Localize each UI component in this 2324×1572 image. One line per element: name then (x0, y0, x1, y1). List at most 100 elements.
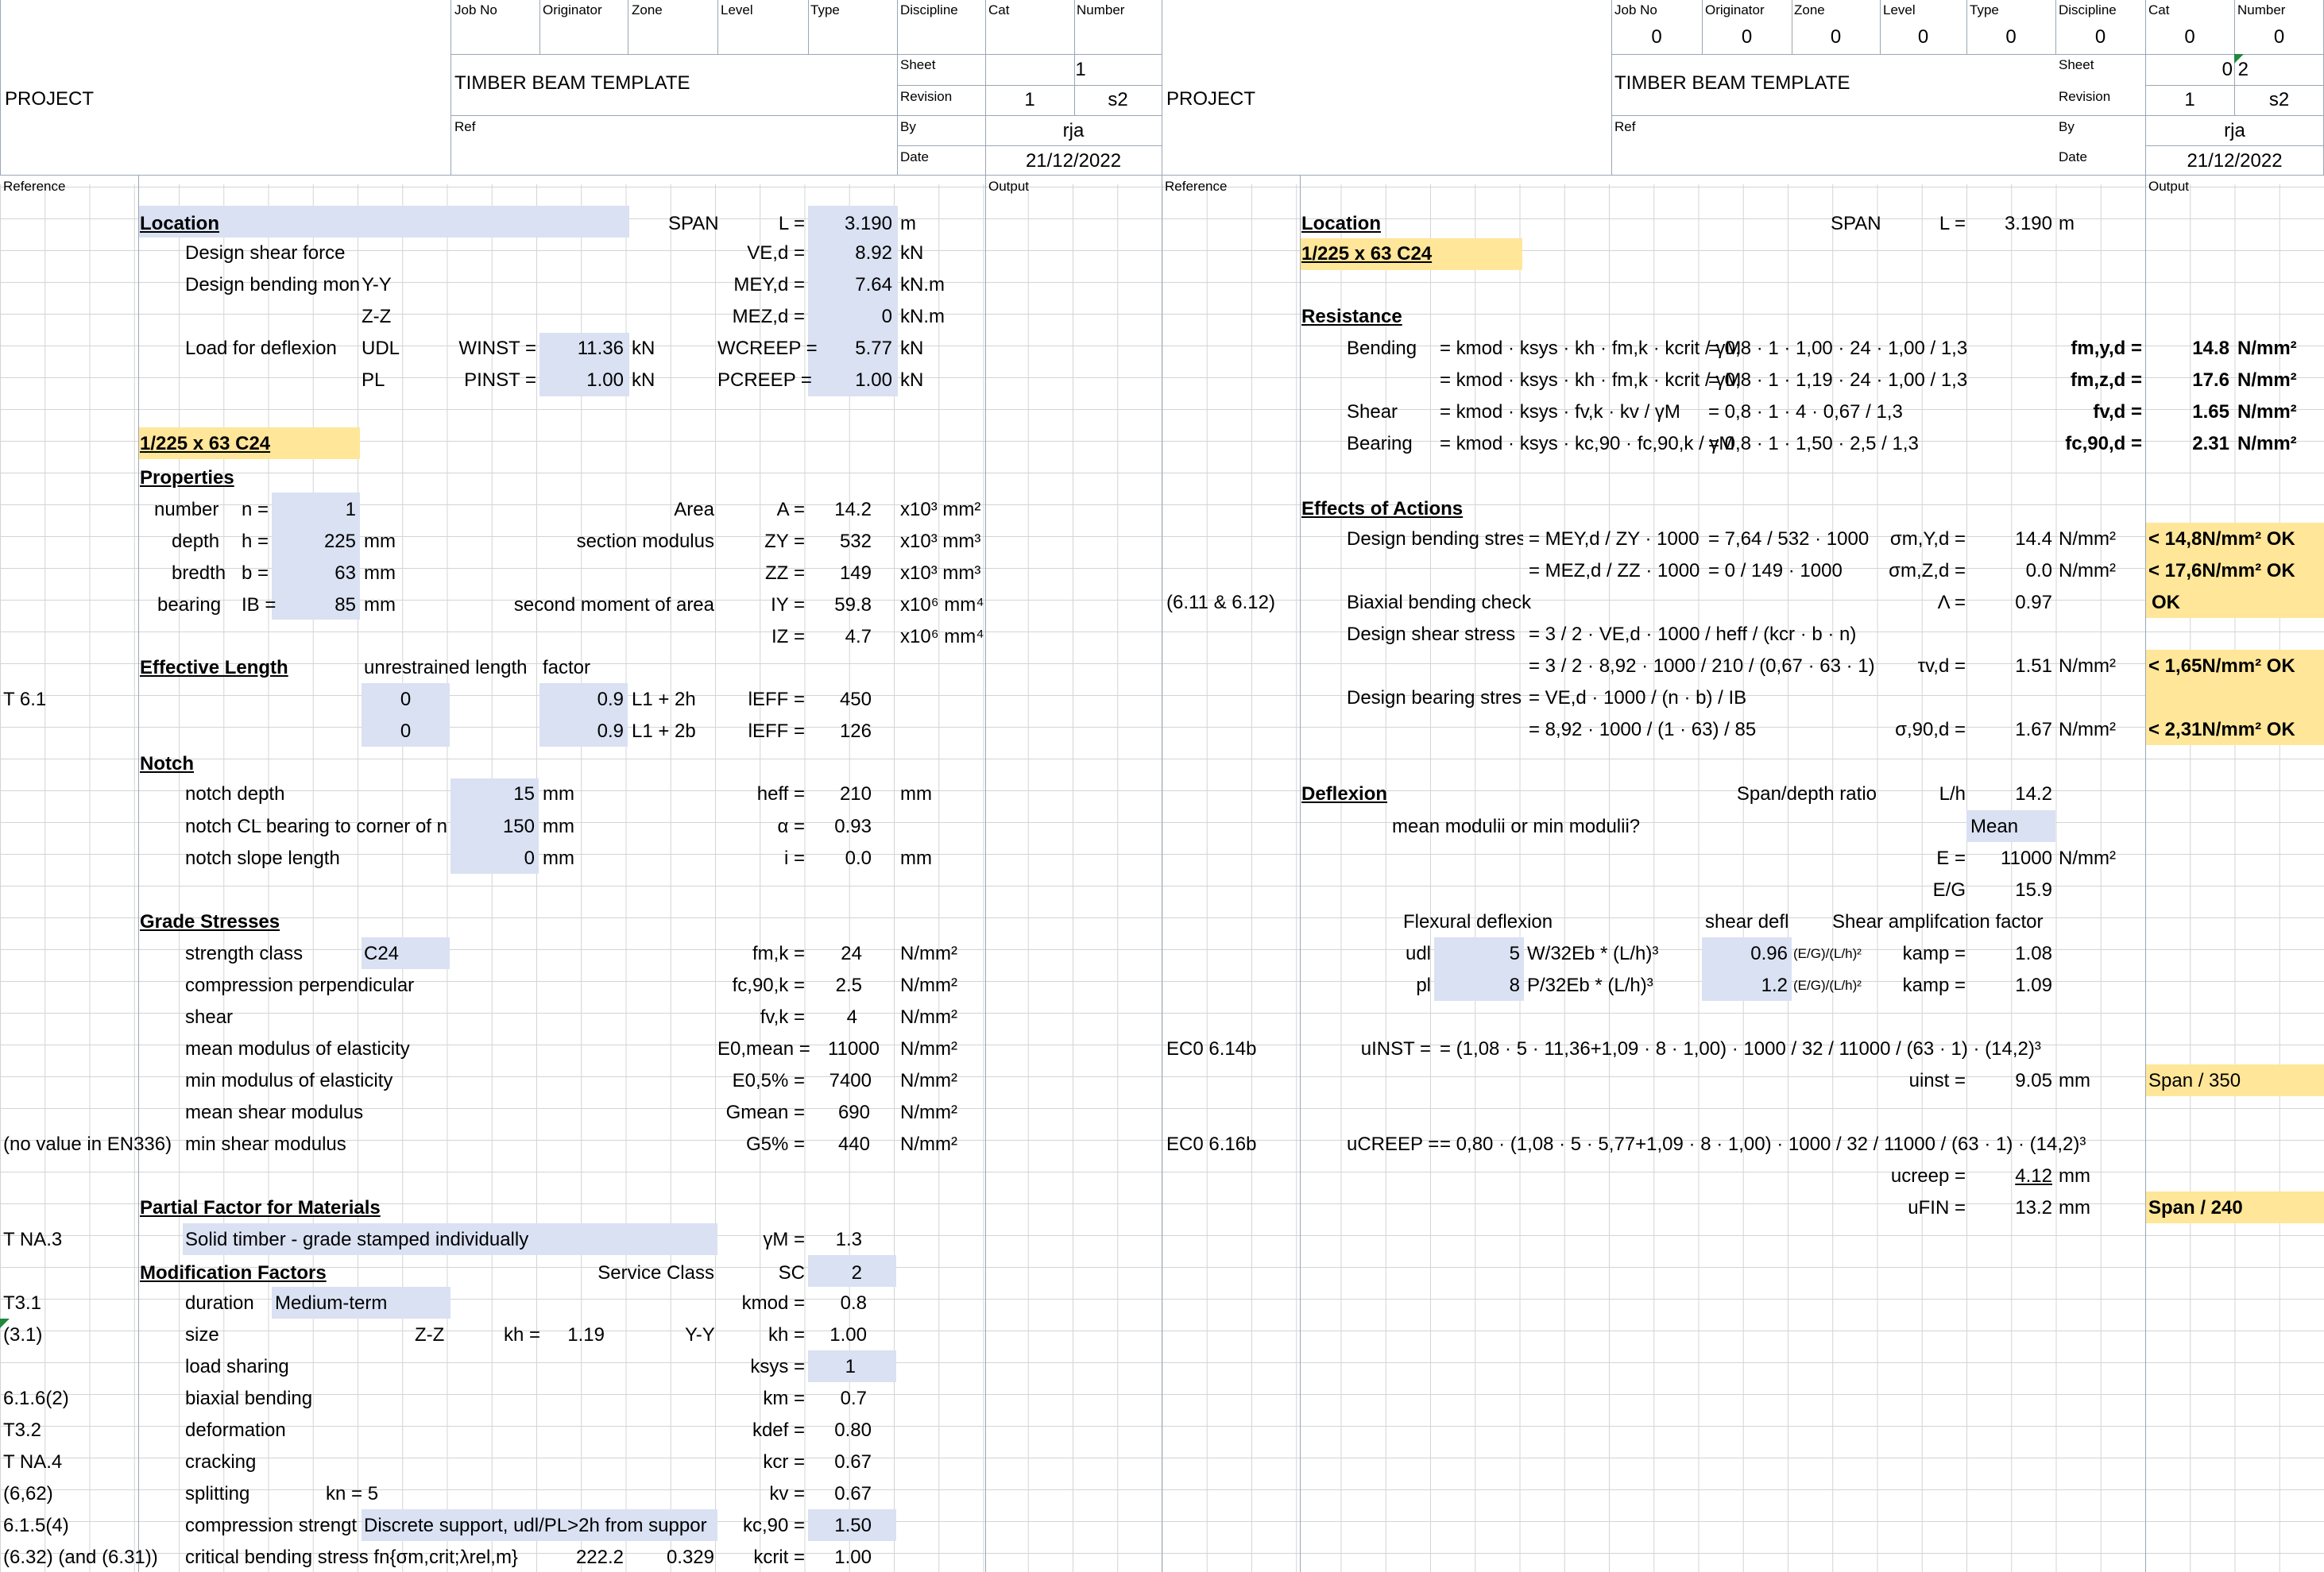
label: number (154, 499, 219, 520)
output: < 2,31N/mm² OK (2148, 719, 2295, 740)
label: Gmean = (725, 1102, 805, 1123)
value: 0 (400, 689, 412, 710)
label: kc,90 = (742, 1515, 805, 1536)
reference-column-label: Reference (3, 179, 66, 194)
sheet-title: TIMBER BEAM TEMPLATE (454, 72, 690, 94)
unit: N/mm² (2059, 848, 2116, 869)
label: lEFF = (748, 720, 805, 742)
label: E0,mean = (717, 1038, 810, 1060)
label: h = (242, 531, 269, 552)
unit: mm (900, 848, 932, 869)
border (1074, 0, 1075, 54)
formula: = 0,80 · (1,08 · 5 · 5,77+1,09 · 8 · 1,0… (1440, 1134, 2086, 1155)
value: 8 (1509, 975, 1520, 996)
label: kamp = (1902, 975, 1966, 996)
label: E = (1936, 848, 1966, 869)
value: 3.190 (844, 213, 892, 234)
value: 15.9 (2015, 879, 2052, 901)
border (450, 0, 451, 175)
value: 1.2 (1761, 975, 1788, 996)
border (897, 0, 898, 175)
label: MEY,d = (733, 274, 805, 295)
formula: = 0 / 149 · 1000 (1708, 560, 1843, 581)
unit: N/mm² (900, 1006, 957, 1028)
value: 15 (513, 783, 535, 805)
unit: kN (900, 369, 924, 391)
label: second moment of area (513, 594, 714, 616)
label: section modulus (576, 531, 714, 552)
label: biaxial bending (185, 1388, 313, 1409)
value: 0.93 (834, 816, 872, 837)
effective-length-heading: Effective Length (140, 657, 288, 678)
label: compression strengt (185, 1515, 358, 1536)
label: IY = (771, 594, 805, 616)
label: uINST = (1360, 1038, 1431, 1060)
label: ucreep = (1890, 1165, 1966, 1187)
label: ZZ = (764, 562, 805, 584)
unit: mm (543, 816, 574, 837)
value: 0.0 (2025, 560, 2052, 581)
reference: EC0 6.14b (1166, 1038, 1257, 1060)
formula: = kmod · ksys · kh · fm,k · kcrit / γM (1440, 369, 1742, 391)
value: 4.12 (2015, 1165, 2052, 1187)
value: 0.7 (840, 1388, 867, 1409)
label: kcrit = (753, 1547, 805, 1568)
formula: = 0,8 · 1 · 1,00 · 24 · 1,00 / 1,3 (1708, 338, 1968, 359)
properties-heading: Properties (140, 467, 234, 489)
label: L1 + 2b (632, 720, 696, 742)
unit: kN (900, 242, 924, 264)
reference: (no value in EN336) (3, 1134, 172, 1155)
output: < 1,65N/mm² OK (2148, 655, 2295, 677)
value: Mean (1970, 816, 2019, 837)
label: Design bending stres (1347, 528, 1523, 550)
label: mean modulus of elasticity (185, 1038, 410, 1060)
label: compression perpendicular (185, 975, 415, 996)
value: 0.9 (597, 720, 624, 742)
border (985, 0, 986, 175)
value: 1.00 (829, 1324, 867, 1346)
label: kamp = (1902, 943, 1966, 964)
reference: (3.1) (3, 1324, 43, 1346)
project-label: PROJECT (5, 88, 95, 110)
unit: mm (900, 783, 932, 805)
span-label: SPAN (1831, 213, 1881, 234)
value: 5.77 (855, 338, 892, 359)
value: 0 (881, 306, 892, 327)
label: E/G (1932, 879, 1966, 901)
label: G5% = (745, 1134, 805, 1155)
output-column-label: Output (2148, 179, 2190, 194)
header-label: By (2059, 119, 2075, 134)
deflexion-heading: Deflexion (1301, 783, 1388, 805)
unit: N/mm² (900, 975, 957, 996)
value: 14.2 (2015, 783, 2052, 805)
effects-heading: Effects of Actions (1301, 498, 1464, 519)
label: size (185, 1324, 219, 1346)
revision-code: s2 (1108, 89, 1128, 110)
label: min modulus of elasticity (185, 1070, 393, 1091)
value: 0.80 (834, 1419, 872, 1441)
value: 450 (839, 689, 872, 710)
unit: x10⁶ mm⁴ (900, 626, 984, 647)
label: Z-Z (415, 1324, 445, 1346)
header-label: By (900, 119, 916, 134)
header-label: Cat (2148, 2, 2170, 17)
label: WCREEP = (717, 338, 818, 359)
formula: P/32Eb * (L/h)³ (1527, 975, 1653, 996)
formula: = 0,8 · 1 · 1,50 · 2,5 / 1,3 (1708, 433, 1919, 454)
border (897, 145, 1162, 146)
formula: = 0,8 · 1 · 1,19 · 24 · 1,00 / 1,3 (1708, 369, 1968, 391)
job-value: 0 (1917, 26, 1929, 48)
value: 0.67 (834, 1451, 872, 1473)
grade-stresses-heading: Grade Stresses (140, 911, 280, 933)
label: shear defl (1705, 911, 1789, 933)
unit: mm (543, 783, 574, 805)
value: 1 (845, 1356, 856, 1377)
header-label: Revision (2059, 89, 2111, 104)
unit: x10³ mm³ (900, 562, 981, 584)
label: L = (1939, 213, 1966, 234)
label: σ,90,d = (1895, 719, 1966, 740)
value: 0 (400, 720, 412, 742)
reference: (6.11 & 6.12) (1166, 592, 1275, 613)
unit: N/mm² (900, 1070, 957, 1091)
label: mean modulii or min modulii? (1392, 816, 1641, 837)
